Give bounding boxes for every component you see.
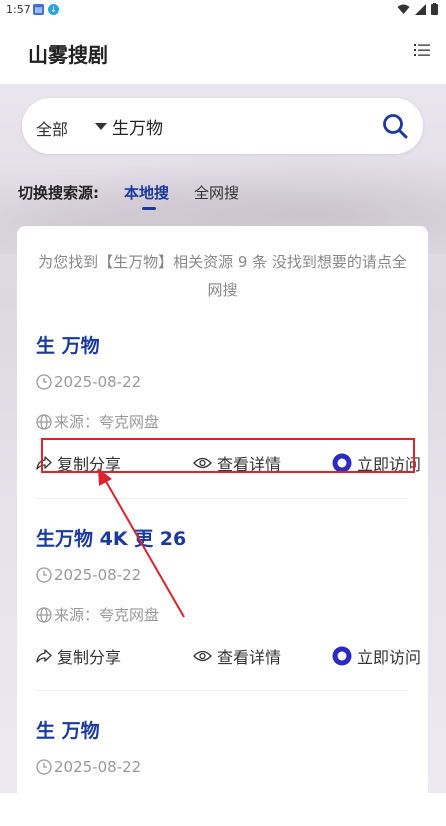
result-date-text: 2025-08-22: [54, 758, 142, 776]
download-notification-icon: ↓: [48, 4, 59, 15]
visit-icon: [332, 646, 352, 666]
battery-icon: [431, 3, 438, 15]
view-details-label: 查看详情: [217, 648, 282, 667]
results-card: 为您找到【生万物】相关资源 9 条 没找到想要的请点全网搜 生 万物 2025-…: [17, 226, 428, 826]
menu-icon[interactable]: [414, 43, 430, 57]
source-switch-label: 切换搜索源:: [18, 184, 99, 202]
copy-share-button[interactable]: 复制分享: [36, 644, 121, 668]
search-bar: 全部: [22, 98, 423, 154]
app-title: 山雾搜剧: [28, 43, 108, 67]
result-title[interactable]: 生 万物: [36, 716, 100, 743]
result-source-text: 来源：夸克网盘: [54, 413, 160, 431]
app-header: 山雾搜剧: [0, 20, 446, 84]
clock-icon: [36, 567, 52, 583]
view-details-button[interactable]: 查看详情: [193, 451, 281, 475]
result-date: 2025-08-22: [36, 758, 141, 776]
caret-down-icon[interactable]: [95, 123, 107, 130]
copy-share-label: 复制分享: [57, 455, 122, 474]
clock-icon: [36, 374, 52, 390]
result-title[interactable]: 生 万物: [36, 331, 100, 358]
result-source: 来源：夸克网盘: [36, 411, 159, 432]
result-count-notice: 为您找到【生万物】相关资源 9 条 没找到想要的请点全网搜: [38, 253, 407, 299]
clock-icon: [36, 759, 52, 775]
search-scope-dropdown[interactable]: 全部: [36, 116, 68, 140]
globe-icon: [36, 413, 52, 430]
status-time: 1:57: [6, 3, 31, 16]
globe-icon: [36, 606, 52, 623]
view-details-label: 查看详情: [217, 455, 282, 474]
result-date: 2025-08-22: [36, 566, 141, 584]
copy-share-label: 复制分享: [57, 648, 122, 667]
signal-icon: [415, 3, 426, 15]
share-icon: [36, 456, 52, 470]
result-actions: 复制分享 查看详情 立即访问: [36, 644, 421, 672]
status-bar: 1:57 ▤ ↓: [0, 0, 446, 20]
result-source: 来源：夸克网盘: [36, 604, 159, 625]
result-divider: [36, 690, 408, 691]
visit-now-label: 立即访问: [357, 455, 422, 474]
tab-web-search[interactable]: 全网搜: [194, 182, 239, 203]
eye-icon: [193, 457, 212, 469]
result-date-text: 2025-08-22: [54, 566, 142, 584]
visit-now-button[interactable]: 立即访问: [332, 451, 421, 475]
copy-share-button[interactable]: 复制分享: [36, 451, 121, 475]
result-divider: [36, 498, 408, 499]
visit-now-button[interactable]: 立即访问: [332, 644, 421, 668]
app-notification-icon: ▤: [33, 4, 44, 15]
tab-local-search[interactable]: 本地搜: [124, 182, 169, 210]
search-icon[interactable]: [381, 112, 409, 140]
result-title[interactable]: 生万物 4K 更 26: [36, 524, 186, 551]
result-date: 2025-08-22: [36, 373, 141, 391]
result-source-text: 来源：夸克网盘: [54, 606, 160, 624]
result-actions: 复制分享 查看详情 立即访问: [36, 451, 421, 479]
result-date-text: 2025-08-22: [54, 373, 142, 391]
visit-now-label: 立即访问: [357, 648, 422, 667]
view-details-button[interactable]: 查看详情: [193, 644, 281, 668]
eye-icon: [193, 650, 212, 662]
visit-icon: [332, 453, 352, 473]
search-input[interactable]: [110, 110, 374, 142]
share-icon: [36, 649, 52, 663]
wifi-icon: [397, 4, 410, 14]
